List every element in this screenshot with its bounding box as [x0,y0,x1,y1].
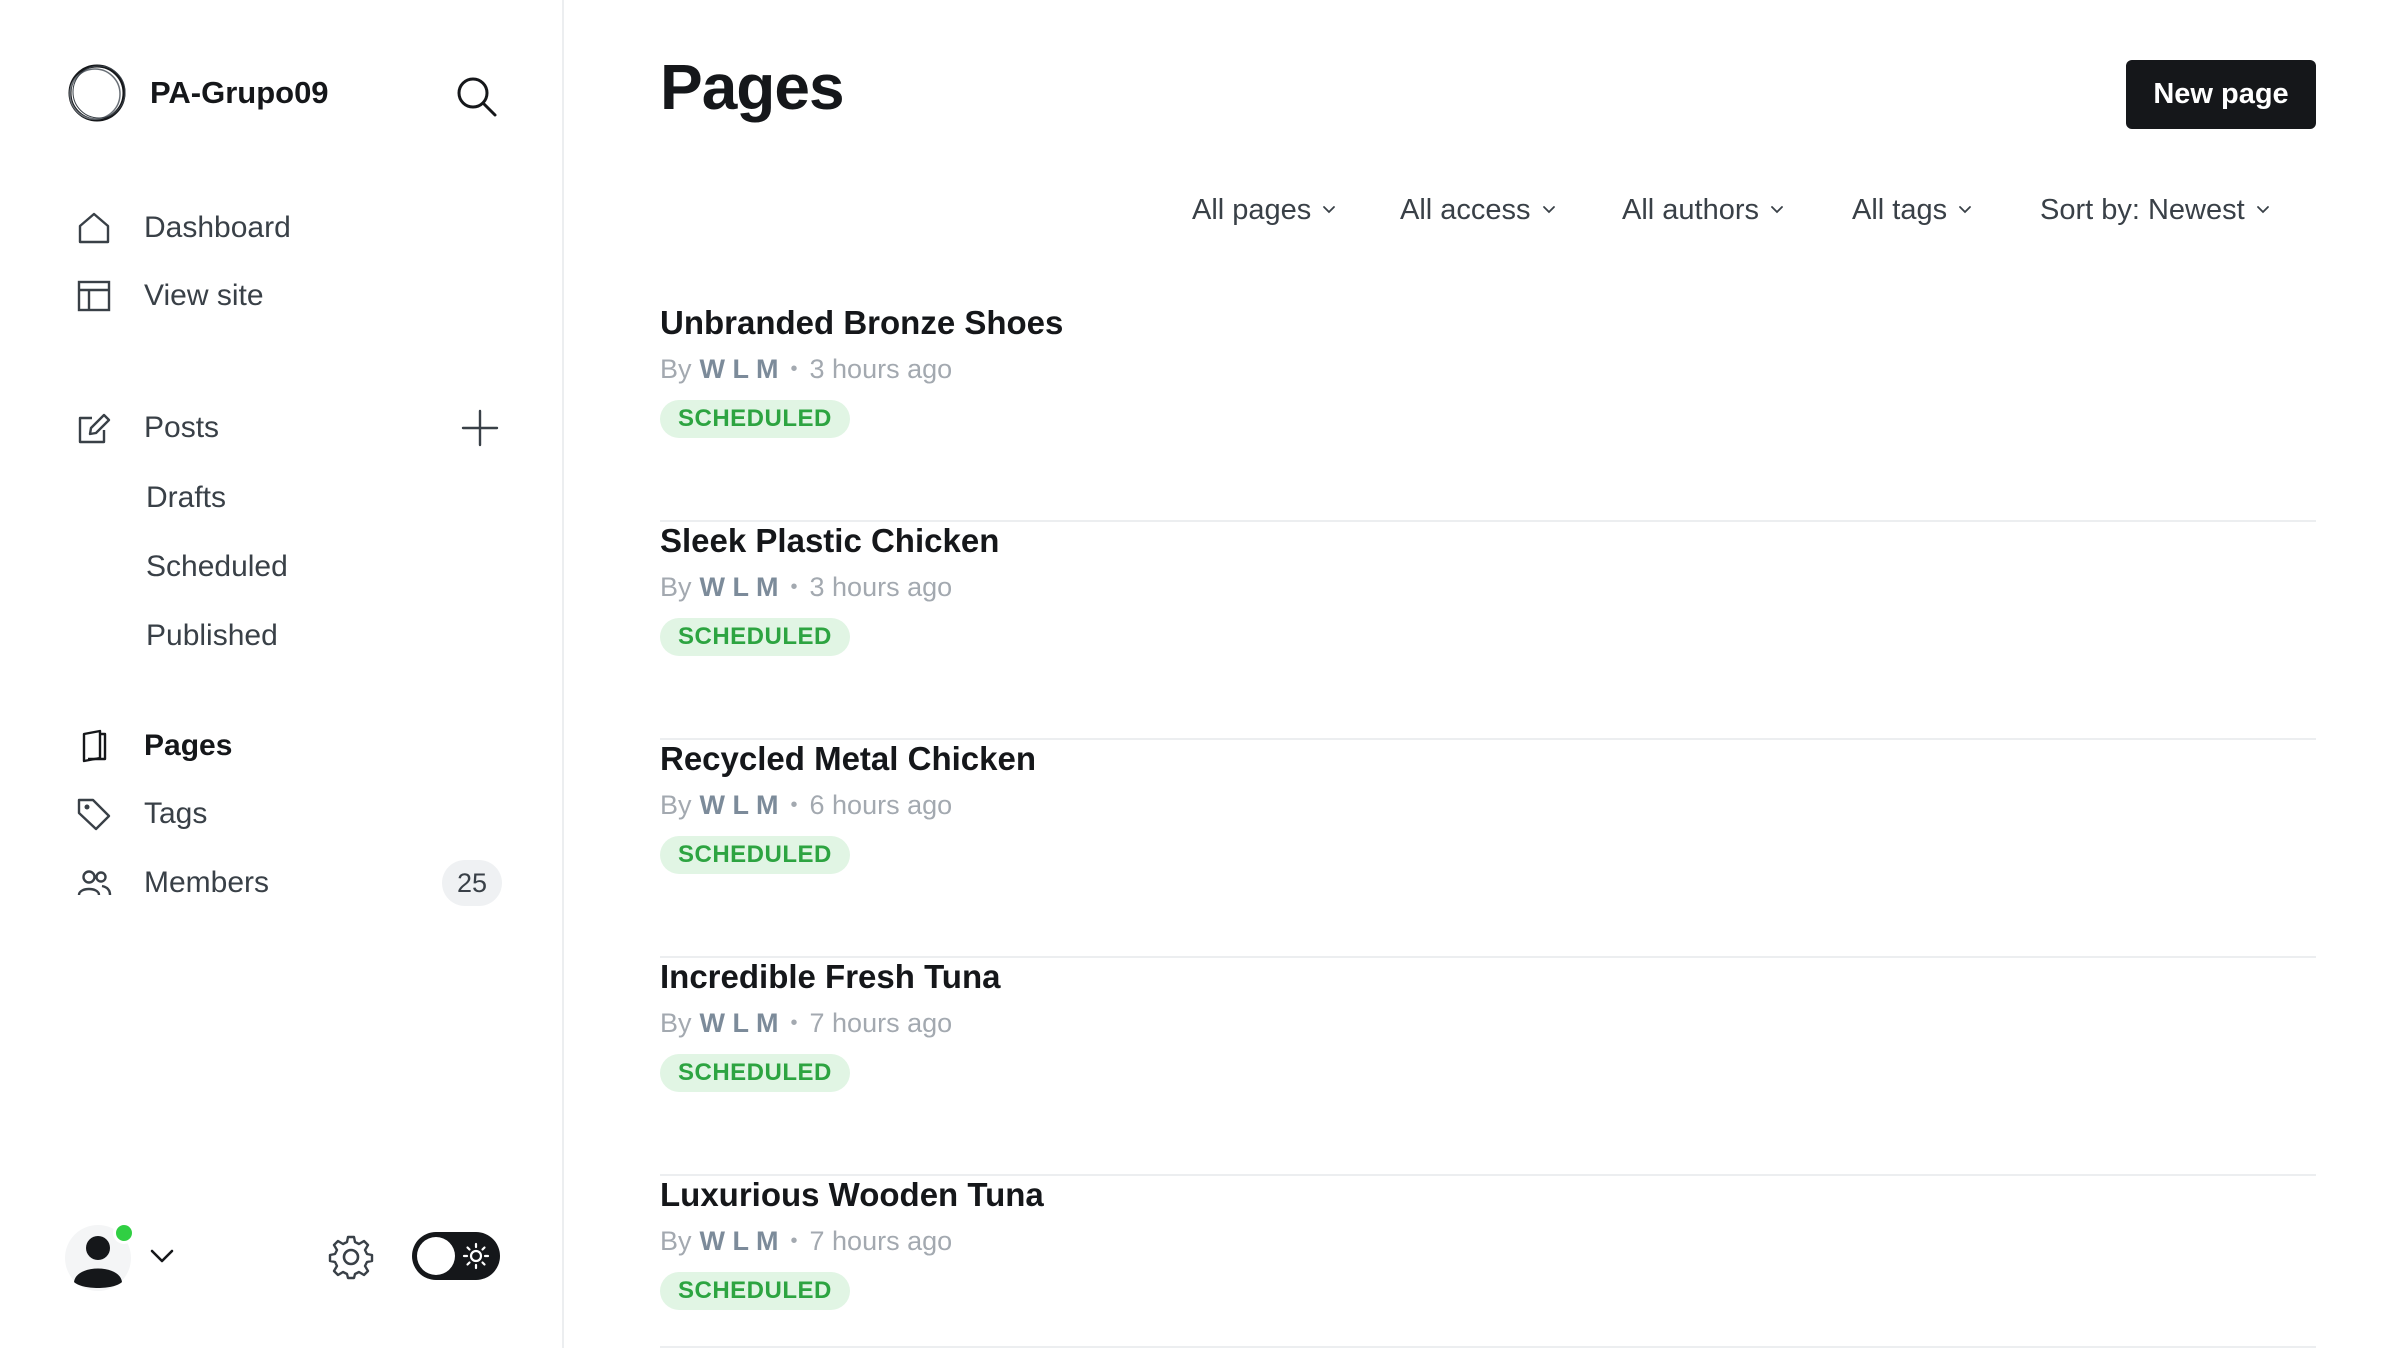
nav-posts[interactable]: Posts [74,400,219,456]
sort-order-label: Sort by: Newest [2040,193,2245,226]
item-time: 7 hours ago [809,1226,953,1256]
item-title: Incredible Fresh Tuna [660,958,1001,995]
nav-pages[interactable]: Pages [74,718,232,774]
nav-view-site-label: View site [144,279,264,312]
nav-published[interactable]: Published [146,611,278,661]
item-author: W L M [699,354,779,384]
pencil-square-icon [74,408,114,448]
nav-tags-label: Tags [144,797,208,830]
chevron-down-icon [2256,206,2269,214]
item-meta: By W L M • 6 hours ago [660,790,952,821]
theme-toggle-knob [417,1237,455,1275]
nav-dashboard-label: Dashboard [144,211,291,244]
filter-access-label: All access [1400,193,1531,226]
nav-tags[interactable]: Tags [74,786,207,842]
nav-scheduled[interactable]: Scheduled [146,542,288,592]
item-author: W L M [699,1226,779,1256]
nav-members-label: Members [144,866,270,899]
chevron-down-icon [1771,206,1783,214]
item-meta: By W L M • 3 hours ago [660,572,952,603]
page-title: Pages [660,51,845,123]
plus-icon[interactable] [460,408,500,448]
status-badge: SCHEDULED [660,836,850,874]
search-icon[interactable] [454,74,498,118]
item-title: Unbranded Bronze Shoes [660,304,1064,341]
list-item[interactable]: Unbranded Bronze Shoes By W L M • 3 hour… [660,304,2316,522]
filter-authors-label: All authors [1622,193,1760,226]
sort-order[interactable]: Sort by: Newest [2040,188,2271,232]
meta-separator: • [790,794,798,816]
chevron-down-icon [1542,206,1555,214]
item-time: 7 hours ago [809,1008,953,1038]
home-icon [74,208,114,248]
nav-posts-label: Posts [144,411,220,444]
item-author: W L M [699,1008,779,1038]
item-by: By [660,354,692,384]
list-item[interactable]: Incredible Fresh Tuna By W L M • 7 hours… [660,958,2316,1176]
status-badge: SCHEDULED [660,400,850,438]
item-meta: By W L M • 7 hours ago [660,1008,952,1039]
status-badge: SCHEDULED [660,1272,850,1310]
sun-icon [462,1242,490,1270]
filter-pages-type[interactable]: All pages [1192,188,1337,232]
users-icon [74,863,114,903]
meta-separator: • [790,1230,798,1252]
item-by: By [660,790,692,820]
item-time: 3 hours ago [809,354,953,384]
filter-tags-label: All tags [1852,193,1948,226]
status-badge: SCHEDULED [660,618,850,656]
page-icon [74,726,114,766]
item-time: 3 hours ago [809,572,953,602]
site-name: PA-Grupo09 [150,75,329,110]
online-status-dot [113,1222,135,1244]
meta-separator: • [790,358,798,380]
nav-view-site[interactable]: View site [74,268,264,324]
item-title: Recycled Metal Chicken [660,740,1036,777]
item-by: By [660,1008,692,1038]
theme-toggle[interactable] [412,1232,500,1280]
nav-members[interactable]: Members [74,855,269,911]
item-meta: By W L M • 7 hours ago [660,1226,952,1257]
meta-separator: • [790,576,798,598]
chevron-down-icon [1959,206,1972,214]
list-item[interactable]: Luxurious Wooden Tuna By W L M • 7 hours… [660,1176,2316,1348]
new-page-button[interactable]: New page [2126,60,2316,129]
list-item[interactable]: Sleek Plastic Chicken By W L M • 3 hours… [660,522,2316,740]
filter-tags[interactable]: All tags [1852,188,1973,232]
app-root: PA-Grupo09 Dashboard View site Posts Dra… [0,0,2400,1348]
nav-dashboard[interactable]: Dashboard [74,200,291,256]
chevron-down-icon[interactable] [148,1242,176,1270]
item-time: 6 hours ago [809,790,953,820]
gear-icon[interactable] [328,1234,374,1280]
item-title: Sleek Plastic Chicken [660,522,1000,559]
layout-icon [74,276,114,316]
item-title: Luxurious Wooden Tuna [660,1176,1044,1213]
ring-logo-icon [68,64,126,122]
tag-icon [74,794,114,834]
list-item[interactable]: Recycled Metal Chicken By W L M • 6 hour… [660,740,2316,958]
nav-drafts[interactable]: Drafts [146,473,226,523]
item-author: W L M [699,572,779,602]
filter-access[interactable]: All access [1400,188,1557,232]
meta-separator: • [790,1012,798,1034]
nav-pages-label: Pages [144,729,233,762]
item-by: By [660,572,692,602]
members-count-badge: 25 [442,860,502,906]
status-badge: SCHEDULED [660,1054,850,1092]
item-meta: By W L M • 3 hours ago [660,354,952,385]
sidebar: PA-Grupo09 Dashboard View site Posts Dra… [0,0,564,1348]
chevron-down-icon [1323,206,1336,214]
filter-pages-type-label: All pages [1192,193,1312,226]
brand[interactable]: PA-Grupo09 [66,62,329,124]
item-by: By [660,1226,692,1256]
filter-authors[interactable]: All authors [1622,188,1785,232]
item-author: W L M [699,790,779,820]
